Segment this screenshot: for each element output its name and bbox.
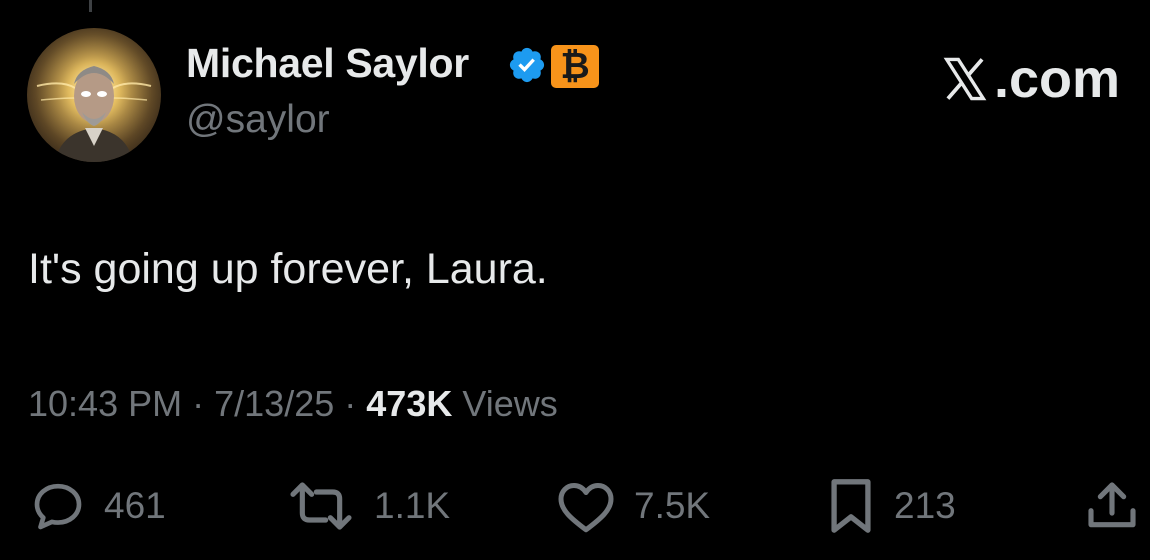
like-count: 7.5K [634, 485, 711, 526]
reply-button[interactable]: 461 [30, 476, 166, 536]
avatar-portrait [27, 28, 161, 162]
share-icon [1088, 482, 1136, 528]
repost-icon [290, 482, 352, 530]
tweet-meta: 10:43 PM · 7/13/25 · 473K Views [28, 383, 558, 425]
avatar[interactable] [27, 28, 161, 162]
repost-count: 1.1K [374, 485, 451, 526]
share-button[interactable] [1084, 476, 1140, 536]
meta-separator: · [192, 383, 205, 424]
bookmark-count: 213 [894, 485, 956, 526]
views-label: Views [462, 383, 558, 424]
reply-count: 461 [104, 485, 166, 526]
tweet-text: It's going up forever, Laura. [28, 245, 548, 293]
heart-icon [558, 483, 614, 533]
thread-connector-line [89, 0, 92, 12]
author-handle[interactable]: @saylor [186, 98, 330, 142]
bookmark-icon [831, 479, 871, 533]
views-count: 473K [366, 383, 453, 424]
x-logo-icon [943, 57, 987, 101]
tweet-time[interactable]: 10:43 PM [28, 383, 182, 424]
like-button[interactable]: 7.5K [556, 476, 710, 536]
brand-domain-suffix: .com [993, 49, 1120, 109]
meta-separator: · [344, 383, 357, 424]
repost-button[interactable]: 1.1K [286, 476, 450, 536]
verified-badge-icon [509, 47, 545, 83]
x-com-brand: .com [938, 48, 1120, 110]
bitcoin-affiliation-badge[interactable]: ₿ [551, 45, 599, 88]
bookmark-button[interactable]: 213 [826, 476, 956, 536]
reply-icon [34, 483, 82, 530]
author-display-name[interactable]: Michael Saylor [186, 40, 469, 87]
tweet-action-bar: 461 1.1K 7.5K 213 [0, 476, 1150, 536]
tweet-date[interactable]: 7/13/25 [214, 383, 334, 424]
